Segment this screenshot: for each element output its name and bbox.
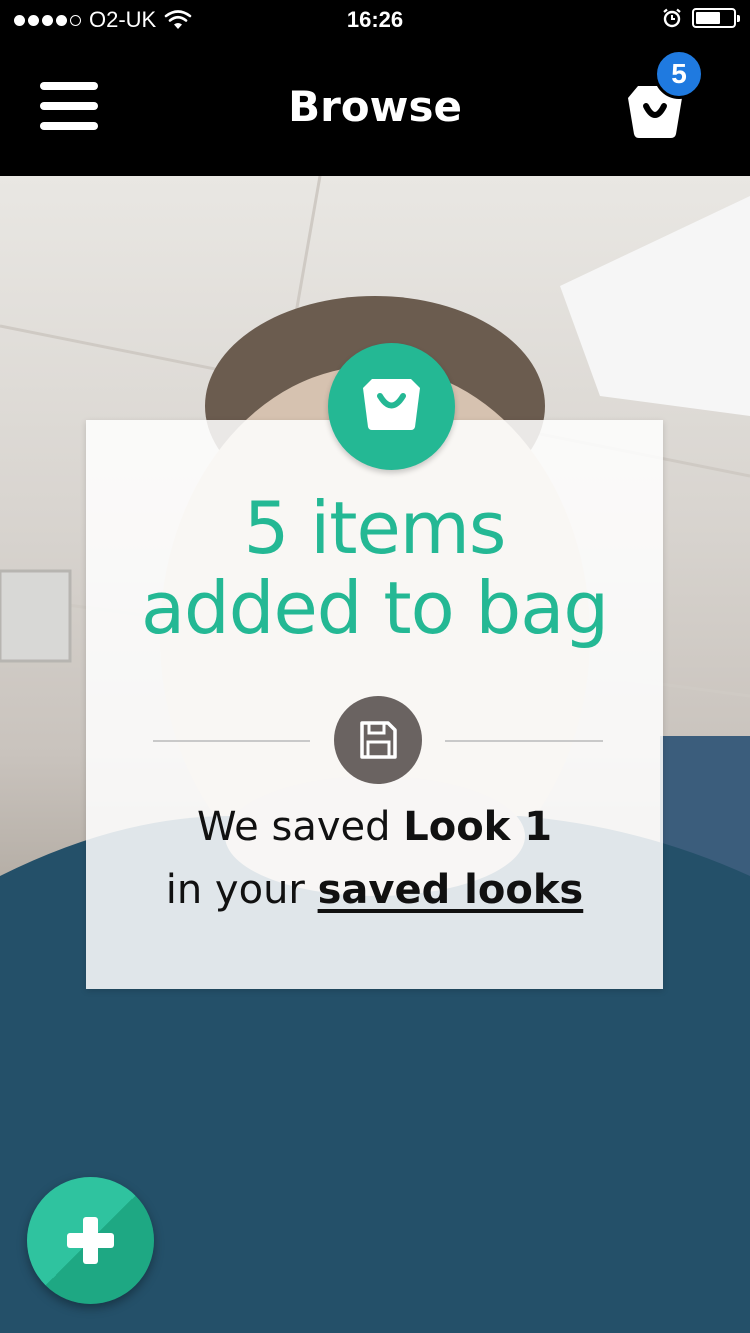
- save-badge: [334, 696, 422, 784]
- divider-right: [445, 740, 603, 742]
- bag-count-badge: 5: [654, 49, 704, 99]
- headline-line-2: added to bag: [140, 566, 609, 650]
- look-name: Look 1: [403, 804, 553, 850]
- floppy-disk-icon: [360, 721, 397, 759]
- saved-message-line-1: We saved Look 1: [86, 802, 663, 852]
- status-right: [662, 8, 740, 28]
- divider-left: [153, 740, 310, 742]
- navigation-bar: Browse 5: [0, 40, 750, 176]
- status-bar: O2-UK 16:26: [0, 0, 750, 40]
- saved-message-line-2: in your saved looks: [86, 865, 663, 915]
- bag-confirmation-badge: [328, 343, 455, 470]
- battery-icon: [692, 8, 740, 28]
- add-button[interactable]: [27, 1177, 154, 1304]
- saved-in-label: in your: [165, 867, 318, 913]
- status-time: 16:26: [346, 7, 404, 32]
- saved-looks-link[interactable]: saved looks: [318, 867, 584, 913]
- headline-line-1: 5 items: [243, 486, 507, 570]
- shopping-bag-icon: [363, 379, 420, 430]
- saved-prefix: We saved: [196, 804, 404, 850]
- alarm-icon: [663, 8, 681, 28]
- plus-icon: [67, 1217, 114, 1264]
